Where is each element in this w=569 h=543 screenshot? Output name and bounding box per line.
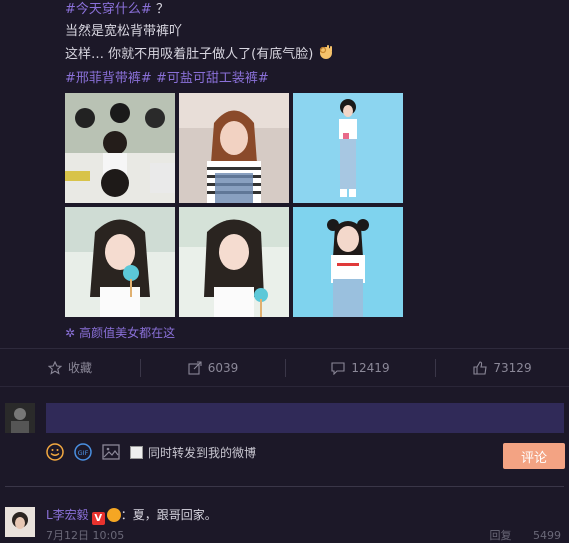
- image-icon[interactable]: [102, 444, 120, 460]
- thumbs-up-icon: [473, 360, 488, 375]
- album-link[interactable]: ✲ 高颜值美女都在这: [65, 324, 175, 341]
- verified-badge-icon: V: [91, 512, 105, 525]
- comment-username[interactable]: L李宏毅: [46, 508, 89, 522]
- composer-tools: GIF 同时转发到我的微博: [46, 441, 256, 463]
- forward-checkbox[interactable]: [130, 445, 143, 459]
- emoji-icon[interactable]: [46, 443, 64, 461]
- forward-count: 6039: [207, 360, 239, 375]
- comment-like-count[interactable]: 5499: [533, 529, 561, 542]
- topic-link[interactable]: #今天穿什么#: [65, 2, 152, 17]
- sparkle-icon: ✲: [65, 326, 76, 340]
- member-badge-icon: [106, 508, 121, 522]
- photo-2[interactable]: [179, 93, 289, 203]
- post-line-1: #今天穿什么# ？: [65, 0, 169, 17]
- album-label: 高颜值美女都在这: [79, 326, 176, 340]
- post-line-1-rest: ？: [155, 2, 169, 17]
- favorite-label: 收藏: [67, 361, 92, 375]
- photo-grid: [65, 93, 405, 317]
- star-icon: [47, 360, 62, 375]
- forward-option-label: 同时转发到我的微博: [148, 445, 257, 460]
- ok-hand-emoji-icon: [317, 43, 335, 61]
- comment-text: ：夏，跟哥回家。: [120, 508, 217, 522]
- topic-link[interactable]: #邢菲背带裤#: [65, 71, 152, 86]
- forward-button[interactable]: 6039: [141, 349, 285, 386]
- post-line-4: #邢菲背带裤# #可盐可甜工装裤#: [65, 67, 269, 86]
- post-actions-bar: 收藏 6039 12419 73129: [0, 348, 569, 386]
- comment-item: L李宏毅 V ：夏，跟哥回家。: [46, 506, 217, 525]
- like-button[interactable]: 73129: [436, 349, 569, 386]
- svg-text:GIF: GIF: [78, 449, 89, 457]
- photo-1[interactable]: [65, 93, 175, 203]
- comment-actions: 回复 5499: [490, 527, 562, 543]
- post-line-3-text: 这样… 你就不用吸着肚子做人了(有底气脸): [65, 47, 314, 62]
- divider: [5, 486, 564, 487]
- photo-5[interactable]: [179, 207, 289, 317]
- comment-icon: [331, 361, 345, 375]
- comment-input[interactable]: [46, 403, 564, 433]
- reply-link[interactable]: 回复: [490, 529, 512, 542]
- comment-composer: [0, 386, 569, 487]
- topic-link[interactable]: #可盐可甜工装裤#: [156, 71, 269, 86]
- favorite-button[interactable]: 收藏: [0, 349, 140, 386]
- submit-comment-button[interactable]: 评论: [503, 443, 565, 469]
- photo-4[interactable]: [65, 207, 175, 317]
- comment-button[interactable]: 12419: [286, 349, 435, 386]
- share-icon: [188, 360, 202, 375]
- photo-3[interactable]: [293, 93, 403, 203]
- gif-icon[interactable]: GIF: [74, 443, 92, 461]
- post-line-3: 这样… 你就不用吸着肚子做人了(有底气脸): [65, 43, 335, 62]
- post-line-2: 当然是宽松背带裤吖: [65, 24, 183, 39]
- comment-time: 7月12日 10:05: [46, 529, 125, 542]
- photo-6[interactable]: [293, 207, 403, 317]
- avatar[interactable]: [5, 403, 35, 433]
- comment-count: 12419: [351, 360, 390, 375]
- like-count: 73129: [493, 360, 532, 375]
